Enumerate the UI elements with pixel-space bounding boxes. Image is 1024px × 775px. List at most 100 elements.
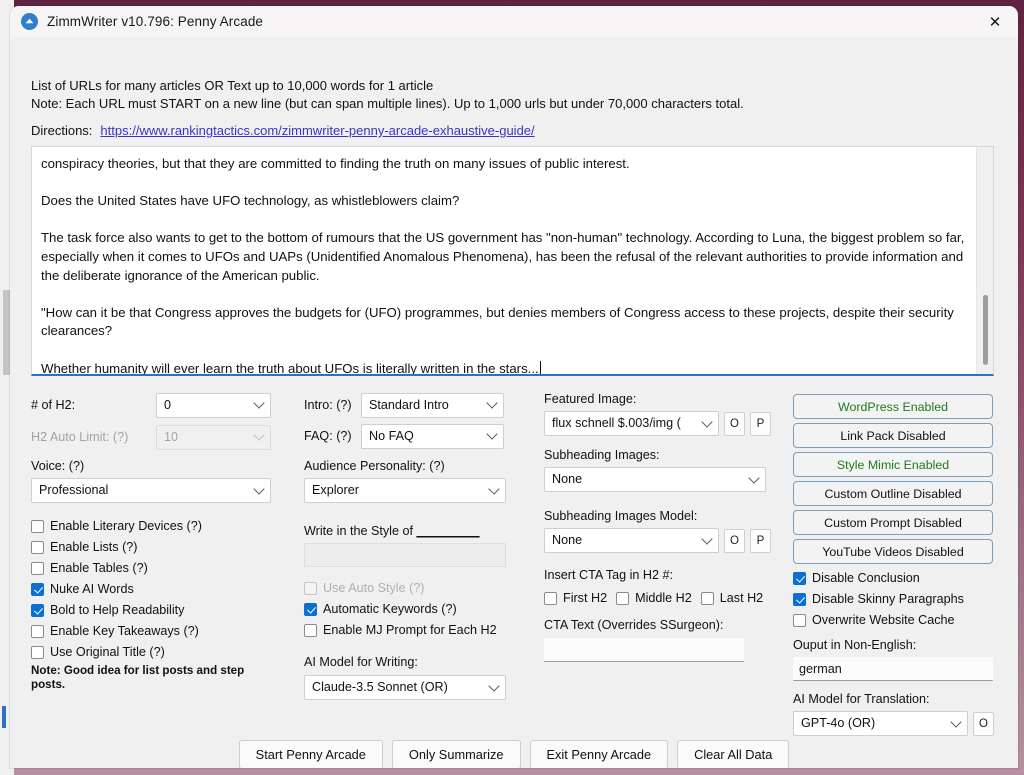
faq-value[interactable]: No FAQ [361,423,504,449]
checkbox-box[interactable] [700,591,714,605]
checkbox-box[interactable] [304,623,317,637]
subheading-images-value[interactable]: None [544,467,766,492]
checkbox-label: Enable Lists (?) [50,540,138,554]
audience-personality-value[interactable]: Explorer [304,478,506,503]
editor-scrollbar[interactable] [976,147,993,374]
subheading-images-model-value[interactable]: None [544,528,719,553]
checkbox-box[interactable] [31,561,44,575]
ai-model-writing-dropdown[interactable]: Claude-3.5 Sonnet (OR) [304,675,506,700]
checkbox-enable-tables[interactable]: Enable Tables (?) [31,561,296,575]
youtube-videos-toggle-button[interactable]: YouTube Videos Disabled [793,539,993,564]
checkbox-bold-to-help-readability[interactable]: Bold to Help Readability [31,603,296,617]
checkbox-label: Overwrite Website Cache [812,613,955,627]
checkbox-first-h2[interactable]: First H2 [544,591,607,605]
featured-image-options-button[interactable]: O [724,411,745,436]
h2-count-dropdown[interactable]: 0 [156,392,271,418]
h2-count-value[interactable]: 0 [156,392,271,418]
checkbox-label: First H2 [563,591,608,605]
checkbox-box[interactable] [793,592,806,606]
custom-prompt-toggle-button[interactable]: Custom Prompt Disabled [793,510,993,535]
faq-dropdown[interactable]: No FAQ [361,423,504,449]
checkbox-box[interactable] [31,645,44,659]
editor-paragraph: Does the United States have UFO technolo… [41,193,460,209]
directions-link[interactable]: https://www.rankingtactics.com/zimmwrite… [100,123,534,138]
checkbox-label: Enable MJ Prompt for Each H2 [323,623,497,637]
checkbox-automatic-keywords[interactable]: Automatic Keywords (?) [304,602,529,616]
checkbox-label: Enable Tables (?) [50,561,148,575]
checkbox-box[interactable] [31,519,44,533]
subheading-model-options-button[interactable]: O [724,528,745,553]
non-english-input[interactable] [793,657,993,681]
custom-outline-toggle-button[interactable]: Custom Outline Disabled [793,481,993,506]
subheading-model-prompt-button[interactable]: P [750,528,771,553]
checkbox-box[interactable] [793,613,806,627]
checkbox-disable-skinny-paragraphs[interactable]: Disable Skinny Paragraphs [793,592,998,606]
checkbox-use-auto-style: Use Auto Style (?) [304,581,529,595]
checkbox-box[interactable] [304,602,317,616]
only-summarize-button[interactable]: Only Summarize [391,740,521,768]
subheading-images-model-dropdown[interactable]: None [544,528,719,553]
featured-image-value[interactable]: flux schnell $.003/img ( [544,411,719,436]
voice-dropdown[interactable]: Professional [31,478,271,503]
checkbox-nuke-ai-words[interactable]: Nuke AI Words [31,582,296,596]
intro-dropdown[interactable]: Standard Intro [361,392,504,418]
right-options-column: WordPress Enabled Link Pack Disabled Sty… [793,394,998,736]
close-icon[interactable]: ✕ [972,6,1018,37]
subheading-images-label: Subheading Images: [544,448,660,462]
featured-image-dropdown[interactable]: flux schnell $.003/img ( [544,411,719,436]
clear-all-data-button[interactable]: Clear All Data [677,740,790,768]
checkbox-box [304,581,317,595]
checkbox-label: Bold to Help Readability [50,603,185,617]
checkbox-box[interactable] [31,603,44,617]
checkbox-enable-literary-devices[interactable]: Enable Literary Devices (?) [31,519,296,533]
editor-scrollbar-thumb[interactable] [983,295,988,365]
editor-paragraph: conspiracy theories, but that they are c… [41,156,630,171]
start-penny-arcade-button[interactable]: Start Penny Arcade [238,740,383,768]
checkbox-box[interactable] [793,571,806,585]
checkbox-box[interactable] [544,591,557,605]
editor-paragraph: "How can it be that Congress approves th… [41,304,954,339]
image-cta-column: Featured Image: flux schnell $.003/img (… [544,392,780,662]
checkbox-box[interactable] [31,582,44,596]
wordpress-toggle-button[interactable]: WordPress Enabled [793,394,993,419]
zimmwriter-logo-icon [21,13,38,30]
write-in-style-label: Write in the Style of _________ [304,524,529,538]
write-in-style-input[interactable] [304,543,506,567]
exit-penny-arcade-button[interactable]: Exit Penny Arcade [529,740,669,768]
link-pack-toggle-button[interactable]: Link Pack Disabled [793,423,993,448]
checkbox-label: Enable Literary Devices (?) [50,519,202,533]
directions-label: Directions: [31,123,93,138]
checkbox-enable-key-takeaways[interactable]: Enable Key Takeaways (?) [31,624,296,638]
checkbox-disable-conclusion[interactable]: Disable Conclusion [793,571,998,585]
voice-value[interactable]: Professional [31,478,271,503]
cta-text-input[interactable] [544,638,744,662]
style-mimic-toggle-button[interactable]: Style Mimic Enabled [793,452,993,477]
footer-button-bar: Start Penny Arcade Only Summarize Exit P… [10,740,1018,768]
editor-last-text: Whether humanity will ever learn the tru… [41,360,539,374]
ai-model-writing-value[interactable]: Claude-3.5 Sonnet (OR) [304,675,506,700]
cta-text-label: CTA Text (Overrides SSurgeon): [544,618,724,632]
featured-image-prompt-button[interactable]: P [750,411,771,436]
checkbox-middle-h2[interactable]: Middle H2 [616,591,692,605]
checkbox-label: Last H2 [719,591,764,605]
checkbox-use-original-title[interactable]: Use Original Title (?) [31,645,296,659]
checkbox-label: Middle H2 [635,591,692,605]
url-text-input-area[interactable]: conspiracy theories, but that they are c… [31,146,994,376]
checkbox-last-h2[interactable]: Last H2 [700,591,764,605]
ai-model-translation-dropdown[interactable]: GPT-4o (OR) [793,711,968,736]
intro-value[interactable]: Standard Intro [361,392,504,418]
subheading-images-dropdown[interactable]: None [544,467,766,492]
translation-options-button[interactable]: O [973,711,994,736]
checkbox-box[interactable] [616,591,630,605]
checkbox-box[interactable] [31,624,44,638]
audience-personality-dropdown[interactable]: Explorer [304,478,506,503]
faq-label: FAQ: (?) [304,429,352,443]
checkbox-enable-lists[interactable]: Enable Lists (?) [31,540,296,554]
checkbox-overwrite-website-cache[interactable]: Overwrite Website Cache [793,613,998,627]
ai-model-translation-value[interactable]: GPT-4o (OR) [793,711,968,736]
checkbox-enable-mj-prompt[interactable]: Enable MJ Prompt for Each H2 [304,623,529,637]
instructions-line-2: Note: Each URL must START on a new line … [31,96,744,111]
checkbox-box[interactable] [31,540,44,554]
checkbox-label: Nuke AI Words [50,582,134,596]
editor-content[interactable]: conspiracy theories, but that they are c… [32,147,976,374]
